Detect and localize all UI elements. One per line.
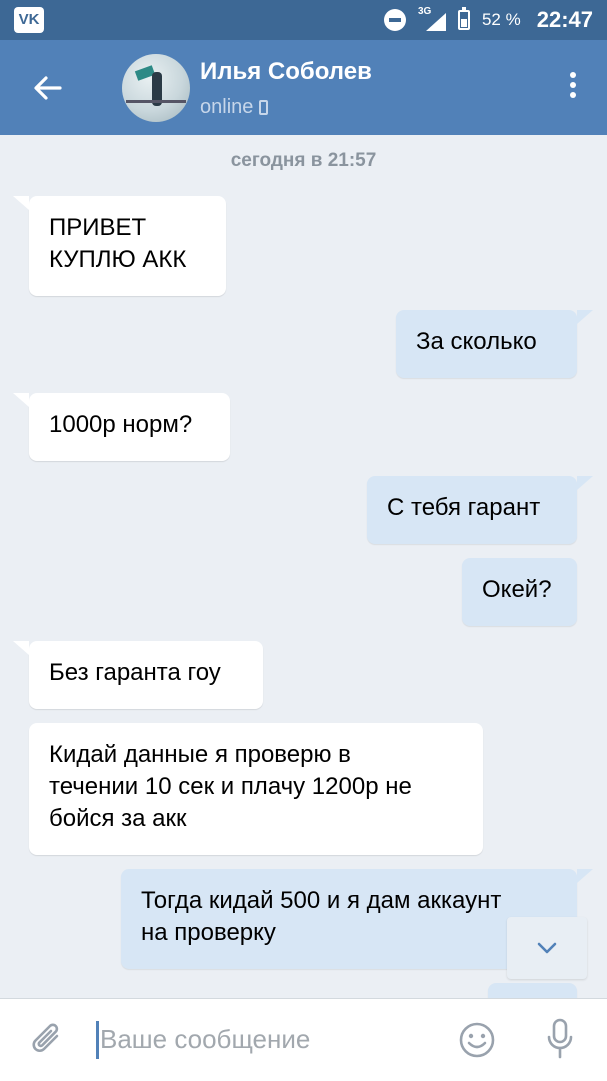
battery-percent: 52 %	[481, 10, 521, 29]
emoji-button[interactable]	[458, 1021, 496, 1064]
microphone-icon	[547, 1018, 573, 1059]
arrow-left-icon	[34, 76, 62, 100]
clock: 22:47	[536, 7, 593, 32]
do-not-disturb-icon	[383, 9, 406, 31]
status-bar: VK 3G 52 % 22:47	[0, 0, 607, 40]
smile-icon	[459, 1022, 495, 1058]
paperclip-icon	[32, 1023, 59, 1052]
battery-icon	[457, 7, 470, 30]
vk-app-icon: VK	[14, 7, 44, 33]
date-separator: сегодня в 21:57	[230, 150, 377, 171]
message-text: За сколько	[416, 328, 537, 355]
message-text: Окей?	[482, 576, 552, 603]
message-text: 1000р норм?	[49, 411, 193, 438]
message-bubble-incoming[interactable]: Без гаранта гоу	[13, 641, 263, 709]
voice-message-button[interactable]	[545, 1017, 575, 1066]
message-composer	[0, 998, 607, 1081]
chat-header: Илья Соболев online	[0, 40, 607, 135]
more-menu-button[interactable]	[569, 72, 577, 102]
text-cursor	[96, 1021, 99, 1059]
message-text: Без гаранта гоу	[49, 659, 221, 686]
signal-icon: 3G	[418, 6, 446, 31]
status-indicators: 3G 52 % 22:47	[383, 0, 593, 40]
attach-button[interactable]	[30, 1021, 66, 1064]
mobile-phone-icon	[259, 100, 269, 115]
more-vertical-icon	[570, 72, 576, 78]
message-bubble-incoming[interactable]: 1000р норм?	[13, 393, 230, 461]
message-bubble-outgoing[interactable]: За сколько	[396, 310, 593, 378]
message-text: С тебя гарант	[387, 494, 541, 521]
contact-name[interactable]: Илья Соболев	[200, 58, 372, 86]
message-bubble-outgoing[interactable]: Окей?	[462, 558, 577, 626]
message-input[interactable]	[100, 1017, 430, 1061]
message-bubble-incoming[interactable]: ПРИВЕТ КУПЛЮ АКК	[13, 196, 226, 296]
avatar[interactable]	[122, 54, 190, 122]
contact-status: online	[200, 96, 269, 119]
message-text: ПРИВЕТ КУПЛЮ АКК	[49, 214, 187, 273]
online-status: online	[200, 96, 254, 118]
chevron-down-icon	[537, 942, 557, 954]
message-text: Тогда кидай 500 и я дам аккаунт на прове…	[141, 887, 502, 946]
message-bubble-incoming[interactable]: Кидай данные я проверю в течении 10 сек …	[29, 723, 483, 855]
message-bubble-outgoing[interactable]: С тебя гарант	[367, 476, 593, 544]
message-text: Кидай данные я проверю в течении 10 сек …	[49, 741, 412, 832]
back-button[interactable]	[28, 68, 68, 108]
scroll-to-bottom-button[interactable]	[507, 917, 587, 979]
